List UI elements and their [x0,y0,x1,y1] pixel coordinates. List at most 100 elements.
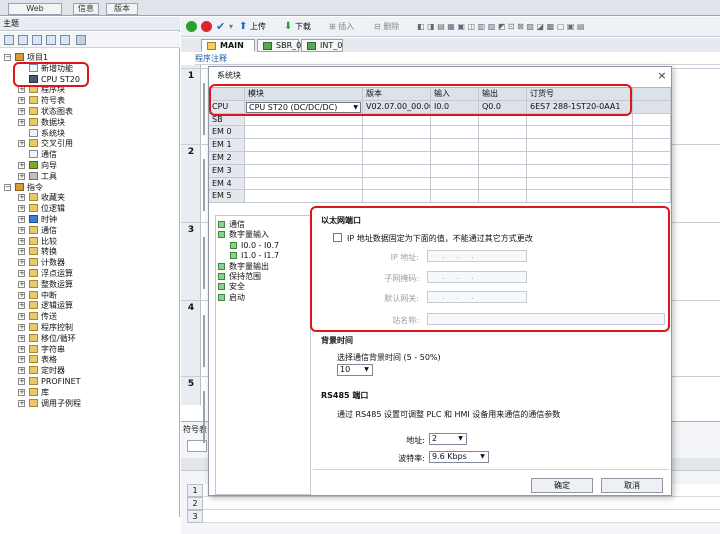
expand-icon[interactable]: + [18,97,25,105]
expand-icon[interactable]: + [18,302,25,310]
tree-item[interactable]: 系统块 [18,128,170,139]
grid-cell[interactable] [479,177,527,191]
cancel-button[interactable]: 取消 [601,478,663,493]
expand-icon[interactable]: + [18,388,25,396]
tree-item[interactable]: + 字符串 [18,344,170,355]
program-tab[interactable]: SBR_0 [257,39,301,52]
expand-icon[interactable]: + [18,140,25,148]
expand-icon[interactable]: + [18,334,25,342]
upload-button[interactable]: ⬆ 上传 [239,20,266,34]
tree-item[interactable]: + 工具 [18,171,170,182]
grid-cell[interactable] [527,126,633,140]
grid-cell[interactable] [245,164,363,178]
tab-info[interactable]: 信息 [73,3,99,15]
grid-cell[interactable] [245,152,363,165]
tree-item[interactable]: + 计数器 [18,257,170,268]
grid-cell[interactable] [479,190,527,204]
symbol-table-row[interactable] [203,497,720,510]
program-comment[interactable]: 程序注释 [195,53,720,65]
toolbar-view-icon[interactable] [46,35,56,45]
grid-cell[interactable] [245,126,363,140]
toolbar-view-icon[interactable] [4,35,14,45]
tree-item[interactable]: + 通信 [18,225,170,236]
settings-nav-item[interactable]: 启动 [218,293,245,303]
grid-cell[interactable] [245,190,363,204]
tree-item[interactable]: + 符号表 [18,95,170,106]
insert-button[interactable]: ⊞ 插入 [329,20,354,34]
grid-cell[interactable] [431,190,479,204]
grid-cell[interactable] [527,164,633,178]
program-tab[interactable]: MAIN [201,39,255,52]
tree-item[interactable]: + 转换 [18,246,170,257]
tree-item[interactable]: + 调用子例程 [18,398,170,409]
tree-item[interactable]: + 收藏夹 [18,192,170,203]
expand-icon[interactable]: + [18,270,25,277]
grid-cell[interactable] [363,139,431,152]
settings-nav-item[interactable]: I1.0 - I1.7 [230,251,279,261]
program-tab[interactable]: INT_0 [301,39,343,52]
grid-cell[interactable] [479,139,527,152]
grid-cell[interactable] [633,139,671,152]
grid-cell[interactable] [245,177,363,191]
network-number[interactable]: 2 [181,147,201,157]
grid-cell[interactable] [431,177,479,191]
download-button[interactable]: ⬇ 下载 [284,20,311,34]
grid-cell[interactable] [363,164,431,178]
expand-icon[interactable]: + [18,313,25,321]
expand-icon[interactable]: + [18,291,25,299]
tree-item[interactable]: + 交叉引用 [18,138,170,149]
grid-cell[interactable] [431,126,479,140]
expand-icon[interactable]: + [18,118,25,126]
expand-icon[interactable]: + [18,259,25,267]
grid-cell[interactable] [431,152,479,165]
tree-item[interactable]: + 浮点运算 [18,268,170,279]
tree-item[interactable]: + 中断 [18,290,170,301]
grid-cell[interactable] [633,164,671,178]
expand-icon[interactable]: + [18,237,25,245]
grid-cell[interactable] [431,139,479,152]
tree-item[interactable]: + 表格 [18,354,170,365]
tree-item[interactable]: + 状态图表 [18,106,170,117]
tab-version[interactable]: 版本 [106,3,138,15]
expand-icon[interactable]: + [18,194,25,202]
tree-item[interactable]: + 程序控制 [18,322,170,333]
tree-item[interactable]: + 向导 [18,160,170,171]
delete-button[interactable]: ⊟ 删除 [374,20,399,34]
tree-item[interactable]: + 传送 [18,311,170,322]
grid-cell[interactable] [245,139,363,152]
tree-item[interactable]: + 比较 [18,236,170,247]
network-number[interactable]: 5 [181,379,201,389]
tree-item[interactable]: + 定时器 [18,365,170,376]
grid-cell[interactable] [363,177,431,191]
stop-icon[interactable] [201,20,212,34]
expand-icon[interactable]: + [18,324,25,331]
expand-icon[interactable]: + [18,172,25,180]
settings-nav-item[interactable]: 通信 [218,220,245,230]
expand-icon[interactable]: + [18,356,25,364]
address-select[interactable]: 2 ▼ [429,433,467,445]
close-icon[interactable]: × [655,69,669,83]
settings-nav-item[interactable]: 数字量输出 [218,262,269,272]
collapse-icon[interactable]: − [4,54,11,61]
grid-cell[interactable] [527,152,633,165]
toolbar-icon-strip[interactable]: ◧ ◨ ▤ ▦ ▣ ◫ ▥ ▧ ◩ ⊡ ⊠ ▨ ◪ ▩ ▢ ▣ ▤ [417,20,584,34]
grid-cell[interactable] [363,152,431,165]
expand-icon[interactable]: + [18,248,25,256]
network-number[interactable]: 3 [181,225,201,235]
tree-item[interactable]: 通信 [18,149,170,160]
compile-icon[interactable]: ✔ [216,20,225,34]
expand-icon[interactable]: + [18,378,25,385]
grid-cell[interactable] [633,190,671,204]
grid-cell[interactable] [479,164,527,178]
settings-nav-item[interactable]: 数字量输入 [218,230,269,240]
expand-icon[interactable]: + [18,399,25,407]
expand-icon[interactable]: + [18,86,25,94]
grid-cell[interactable] [633,100,671,114]
toolbar-view-icon[interactable] [18,35,28,45]
tree-item[interactable]: + 库 [18,387,170,398]
ok-button[interactable]: 确定 [531,478,593,493]
expand-icon[interactable]: + [18,367,25,375]
expand-icon[interactable]: + [18,345,25,353]
symbol-table-row-number[interactable]: 1 [187,484,203,497]
tree-item[interactable]: + 时钟 [18,214,170,225]
